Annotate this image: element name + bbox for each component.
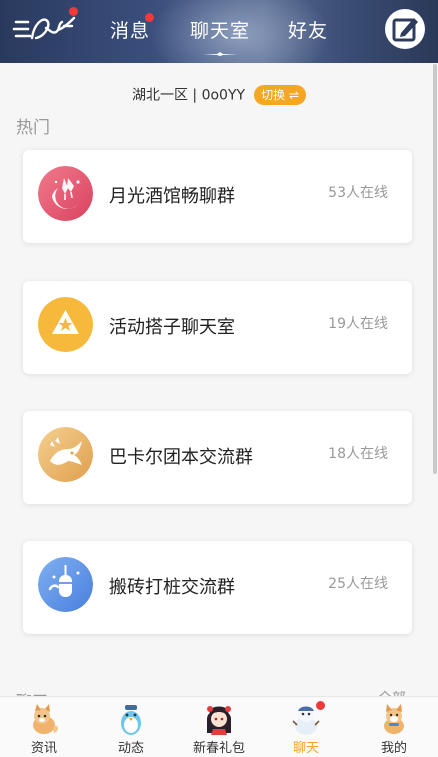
room-card[interactable]: 搬砖打桩交流群 25人在线 [23,541,412,634]
compose-button[interactable] [385,9,425,49]
nav-item-feed[interactable]: 动态 [87,697,175,757]
tab-messages[interactable]: 消息 [110,16,150,43]
nav-item-profile[interactable]: 我的 [350,697,438,757]
dnf-logo[interactable] [12,10,78,46]
messages-badge-dot [145,13,154,22]
moon-glasses-icon [38,166,93,221]
tab-chatroom[interactable]: 聊天室 [190,16,250,43]
server-info: 湖北一区 | 0o0YY [131,87,246,104]
room-card[interactable]: 活动搭子聊天室 19人在线 [23,281,412,374]
switch-server-button[interactable]: 切换 ⇌ [254,84,307,105]
nav-label: 聊天 [292,741,319,756]
room-online-count: 18人在线 [328,446,388,462]
chat-badge-dot [316,701,325,710]
logo-badge-dot [69,7,78,16]
scrollbar[interactable] [433,64,437,474]
active-tab-indicator [203,52,237,56]
fox-mascot-icon [33,704,59,734]
nav-label: 动态 [117,741,144,756]
dragon-icon [38,427,93,482]
penguin-mascot-icon [121,705,141,735]
nav-item-news[interactable]: 资讯 [0,697,88,757]
edit-icon [392,18,418,42]
punching-bag-icon [38,557,93,612]
nav-label: 新春礼包 [192,741,245,756]
tab-friends[interactable]: 好友 [288,16,328,43]
corgi-mascot-icon [384,704,404,734]
girl-character-icon [207,706,231,735]
server-info-row: 湖北一区 | 0o0YY 切换 ⇌ [0,84,438,106]
room-name: 搬砖打桩交流群 [109,577,235,598]
room-name: 月光酒馆畅聊群 [109,186,235,207]
nav-item-chat[interactable]: 聊天 [262,697,350,757]
room-card[interactable]: 月光酒馆畅聊群 53人在线 [23,150,412,243]
bottom-navigation: 资讯 动态 新春礼包 聊天 我的 [0,696,438,757]
room-name: 活动搭子聊天室 [109,317,235,338]
nav-label: 我的 [380,741,407,756]
triangle-star-icon [38,297,93,352]
room-online-count: 53人在线 [328,185,388,201]
room-card[interactable]: 巴卡尔团本交流群 18人在线 [23,411,412,504]
room-name: 巴卡尔团本交流群 [109,447,253,468]
hot-section-title: 热门 [16,118,50,138]
nav-label: 资讯 [30,741,57,756]
top-header: 消息 聊天室 好友 [0,0,438,63]
nav-item-new-year-gift[interactable]: 新春礼包 [175,697,263,757]
room-online-count: 19人在线 [328,316,388,332]
room-online-count: 25人在线 [328,576,388,592]
